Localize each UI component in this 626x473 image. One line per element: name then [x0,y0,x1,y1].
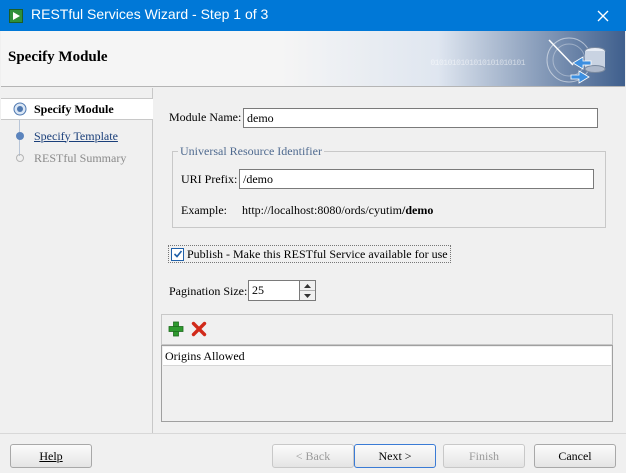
cancel-button-label: Cancel [558,448,592,463]
example-label: Example: [181,203,227,217]
cancel-button[interactable]: Cancel [534,444,616,468]
close-icon [597,10,609,21]
next-button[interactable]: Next > [354,444,436,468]
add-origin-button[interactable] [167,320,185,338]
spin-up-button[interactable] [300,281,315,291]
back-button[interactable]: < Back [272,444,354,468]
close-button[interactable] [580,0,626,31]
window-title: RESTful Services Wizard - Step 1 of 3 [31,6,269,22]
nav-step-label: Specify Template [34,128,118,143]
rest-services-graphic-icon [546,37,606,84]
remove-origin-button[interactable] [190,320,208,338]
title-bar: RESTful Services Wizard - Step 1 of 3 [0,0,626,31]
back-button-label: < Back [295,448,331,463]
uri-prefix-input[interactable] [239,169,594,189]
footer-divider [0,433,626,434]
nav-step-restful-summary: RESTful Summary [1,147,153,169]
example-url-suffix: /demo [402,203,434,217]
origins-column-header[interactable]: Origins Allowed [163,347,611,366]
triangle-down-icon [304,294,311,298]
uri-groupbox: Universal Resource Identifier URI Prefix… [172,144,606,228]
pagination-size-spinner[interactable] [248,280,316,301]
nav-step-specify-module[interactable]: Specify Module [1,98,153,120]
help-button[interactable]: Help [10,444,92,468]
wizard-content: Module Name: Universal Resource Identifi… [154,88,625,433]
pagination-size-input[interactable] [248,280,300,301]
nav-step-label: Specify Module [34,101,114,116]
module-name-label: Module Name: [169,110,242,124]
wizard-header: Specify Module 0101010101010101010101 [1,31,625,87]
add-icon [168,321,184,337]
finish-button[interactable]: Finish [443,444,525,468]
header-binary-decoration: 0101010101010101010101 [430,59,525,68]
origins-toolbar [161,314,613,345]
module-name-input[interactable] [243,108,598,128]
example-url: http://localhost:8080/ords/cyutim/demo [242,203,433,218]
origins-table[interactable]: Origins Allowed [161,345,613,422]
uri-group-label: Universal Resource Identifier [178,144,324,159]
finish-button-label: Finish [468,448,499,463]
wizard-step-nav: Specify Module Specify Template RESTful … [1,88,153,433]
remove-icon [191,321,207,337]
uri-prefix-label: URI Prefix: [181,172,238,186]
pagination-size-label: Pagination Size: [169,284,248,298]
step-dot-icon [13,129,27,143]
current-step-icon [13,102,27,116]
help-button-label: Help [39,448,63,463]
publish-label: Publish - Make this RESTful Service avai… [187,246,448,261]
example-url-base: http://localhost:8080/ords/cyutim [242,203,402,217]
spinner-buttons [300,280,316,301]
step-dot-icon [13,151,27,165]
publish-checkbox[interactable] [171,247,184,261]
nav-step-label: RESTful Summary [34,150,127,165]
checkmark-icon [173,250,182,258]
spin-down-button[interactable] [300,291,315,301]
app-icon [9,9,23,23]
nav-step-specify-template[interactable]: Specify Template [1,125,153,147]
triangle-up-icon [304,283,311,288]
next-button-label: Next > [378,448,412,463]
publish-checkbox-row[interactable]: Publish - Make this RESTful Service avai… [168,245,451,263]
page-title: Specify Module [8,49,108,65]
